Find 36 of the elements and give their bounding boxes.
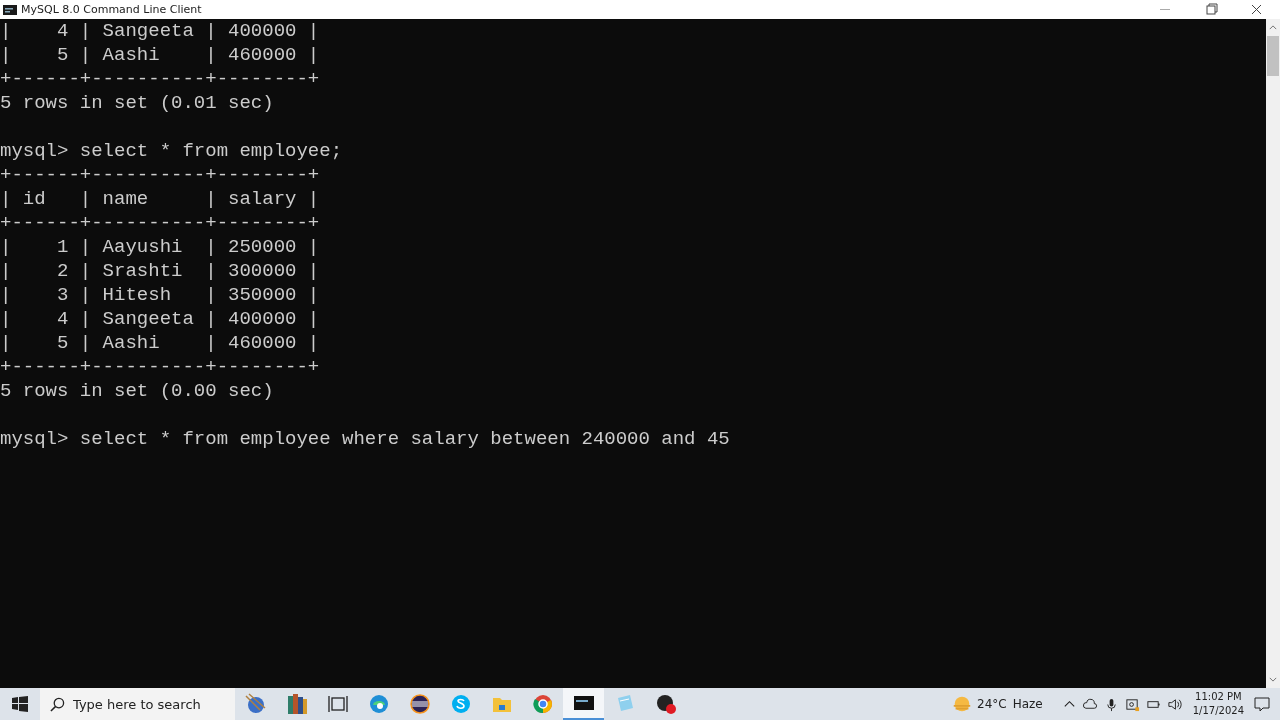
eclipse-icon[interactable] <box>407 692 432 716</box>
weather-condition[interactable]: Haze <box>1012 697 1043 711</box>
chrome-icon[interactable] <box>530 692 555 716</box>
console-line: +------+----------+--------+ <box>0 67 321 91</box>
search-icon[interactable] <box>50 696 65 712</box>
clock-time[interactable]: 11:02 PM <box>1195 690 1242 704</box>
scrollbar[interactable] <box>1266 19 1280 688</box>
speaker-icon[interactable] <box>1166 696 1182 712</box>
console-line: | 3 | Hitesh | 350000 | <box>0 283 321 307</box>
scroll-down-icon[interactable] <box>1269 677 1277 682</box>
clock-date[interactable]: 1/17/2024 <box>1192 704 1244 718</box>
app-icon <box>3 4 17 15</box>
console-line: +------+----------+--------+ <box>0 355 321 379</box>
console-line: mysql> select * from employee where salary between 240000 and 45 <box>0 427 731 451</box>
cloud-icon[interactable] <box>1082 696 1098 712</box>
scrollbar-thumb[interactable] <box>1267 36 1279 76</box>
console-line: | 4 | Sangeeta | 400000 | <box>0 307 321 331</box>
console-line: +------+----------+--------+ <box>0 211 321 235</box>
weather-temperature[interactable]: 24°C <box>977 697 1007 711</box>
taskbar-app[interactable] <box>563 688 604 720</box>
console-line: | 1 | Aayushi | 250000 | <box>0 235 321 259</box>
camera-icon[interactable] <box>1124 696 1140 712</box>
console-line: | 4 | Sangeeta | 400000 | <box>0 19 321 43</box>
console-line: 5 rows in set (0.01 sec) <box>0 91 275 115</box>
console-line: | 5 | Aashi | 460000 | <box>0 331 321 355</box>
console-line: | id | name | salary | <box>0 187 321 211</box>
console-line: +------+----------+--------+ <box>0 163 321 187</box>
start-icon[interactable] <box>12 696 28 712</box>
console-line: 5 rows in set (0.00 sec) <box>0 379 275 403</box>
window-title: MySQL 8.0 Command Line Client <box>21 3 202 16</box>
yarn-ball-icon[interactable] <box>243 692 268 716</box>
console-line: | 2 | Srashti | 300000 | <box>0 259 321 283</box>
scroll-up-icon[interactable] <box>1269 25 1277 30</box>
console-line: mysql> select * from employee; <box>0 139 344 163</box>
notification-icon[interactable] <box>1254 696 1270 712</box>
console-line: | 5 | Aashi | 460000 | <box>0 43 321 67</box>
